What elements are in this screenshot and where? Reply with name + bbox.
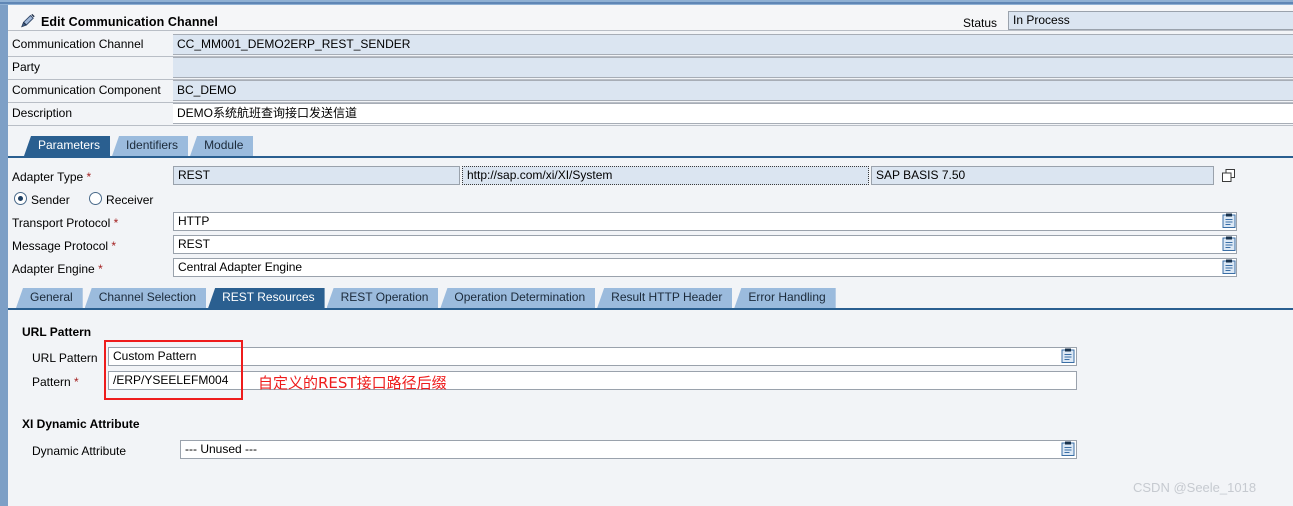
label-adapter-engine: Adapter Engine * [12, 261, 103, 277]
copy-windows-icon[interactable] [1221, 168, 1237, 184]
label-pattern-text: Pattern [32, 375, 71, 389]
outer-tabstrip[interactable]: Parameters Identifiers Module [24, 136, 1293, 156]
field-transport-protocol[interactable]: HTTP [173, 212, 1237, 231]
field-party[interactable] [173, 57, 1293, 78]
label-pattern: Pattern * [32, 374, 79, 390]
label-description: Description [12, 106, 73, 120]
tab-operation-determination[interactable]: Operation Determination [440, 288, 596, 308]
page-title: Edit Communication Channel [41, 14, 218, 29]
field-message-protocol[interactable]: REST [173, 235, 1237, 254]
label-dynamic-attribute: Dynamic Attribute [32, 444, 127, 458]
radio-sender-label: Sender [31, 193, 70, 207]
tab-rest-resources[interactable]: REST Resources [208, 288, 325, 308]
title-group: Edit Communication Channel [20, 13, 218, 29]
annotation-text: 自定义的REST接口路径后缀 [258, 374, 447, 392]
direction-radio-group[interactable]: Sender Receiver [14, 192, 169, 207]
tab-parameters[interactable]: Parameters [24, 136, 111, 156]
field-adapter-namespace[interactable]: http://sap.com/xi/XI/System [462, 166, 869, 185]
tab-result-http-header[interactable]: Result HTTP Header [597, 288, 733, 308]
label-adapter-type-text: Adapter Type [12, 170, 84, 184]
tab-error-handling[interactable]: Error Handling [734, 288, 836, 308]
status-badge: In Process [1008, 11, 1293, 30]
label-communication-channel: Communication Channel [12, 37, 144, 51]
label-adapter-type: Adapter Type * [12, 169, 91, 185]
value-help-icon[interactable] [1061, 348, 1075, 363]
value-help-icon[interactable] [1061, 441, 1075, 456]
label-adapter-engine-text: Adapter Engine [12, 262, 95, 276]
tab-rest-operation[interactable]: REST Operation [326, 288, 439, 308]
label-message-protocol: Message Protocol * [12, 238, 116, 254]
field-dynamic-attribute[interactable]: --- Unused --- [180, 440, 1077, 459]
field-software-component-version[interactable]: SAP BASIS 7.50 [871, 166, 1214, 185]
required-marker: * [111, 239, 117, 253]
section-title-xi-dynamic-attribute: XI Dynamic Attribute [22, 417, 140, 431]
field-description[interactable]: DEMO系统航班查询接口发送信道 [173, 103, 1293, 124]
radio-sender[interactable]: Sender [14, 192, 89, 207]
tab-channel-selection[interactable]: Channel Selection [84, 288, 207, 308]
rest-resources-panel [8, 310, 1293, 506]
radio-receiver[interactable]: Receiver [89, 192, 169, 207]
radio-receiver-label: Receiver [106, 193, 154, 207]
required-marker: * [113, 216, 119, 230]
required-marker: * [98, 262, 103, 276]
divider [8, 125, 1293, 126]
watermark: CSDN @Seele_1018 [1133, 480, 1257, 495]
field-pattern[interactable]: /ERP/YSEELEFM004 [108, 371, 1077, 390]
label-communication-component: Communication Component [12, 83, 161, 97]
status-label: Status [963, 16, 998, 30]
value-help-icon[interactable] [1222, 259, 1236, 274]
label-party: Party [12, 60, 41, 74]
left-rail [0, 5, 8, 506]
inner-tabstrip[interactable]: General Channel Selection REST Resources… [16, 288, 1293, 308]
field-adapter-type[interactable]: REST [173, 166, 460, 185]
section-title-url-pattern: URL Pattern [22, 325, 92, 339]
label-url-pattern: URL Pattern [32, 351, 98, 365]
label-transport-protocol: Transport Protocol * [12, 215, 118, 231]
field-adapter-engine[interactable]: Central Adapter Engine [173, 258, 1237, 277]
radio-sender-dot [14, 192, 27, 205]
tab-general[interactable]: General [16, 288, 83, 308]
label-transport-protocol-text: Transport Protocol [12, 216, 111, 230]
tab-identifiers[interactable]: Identifiers [112, 136, 189, 156]
label-message-protocol-text: Message Protocol [12, 239, 109, 253]
pencil-edit-icon [20, 13, 35, 29]
required-marker: * [74, 375, 79, 389]
field-communication-channel[interactable]: CC_MM001_DEMO2ERP_REST_SENDER [173, 34, 1293, 55]
tab-module[interactable]: Module [190, 136, 254, 156]
required-marker: * [86, 170, 92, 184]
window-title-bar: Edit Communication Channel Status In Pro… [8, 5, 1293, 30]
radio-receiver-dot [89, 192, 103, 205]
value-help-icon[interactable] [1222, 213, 1236, 228]
value-help-icon[interactable] [1222, 236, 1236, 251]
divider [8, 30, 1293, 31]
field-url-pattern[interactable]: Custom Pattern [108, 347, 1077, 366]
field-communication-component[interactable]: BC_DEMO [173, 80, 1293, 101]
